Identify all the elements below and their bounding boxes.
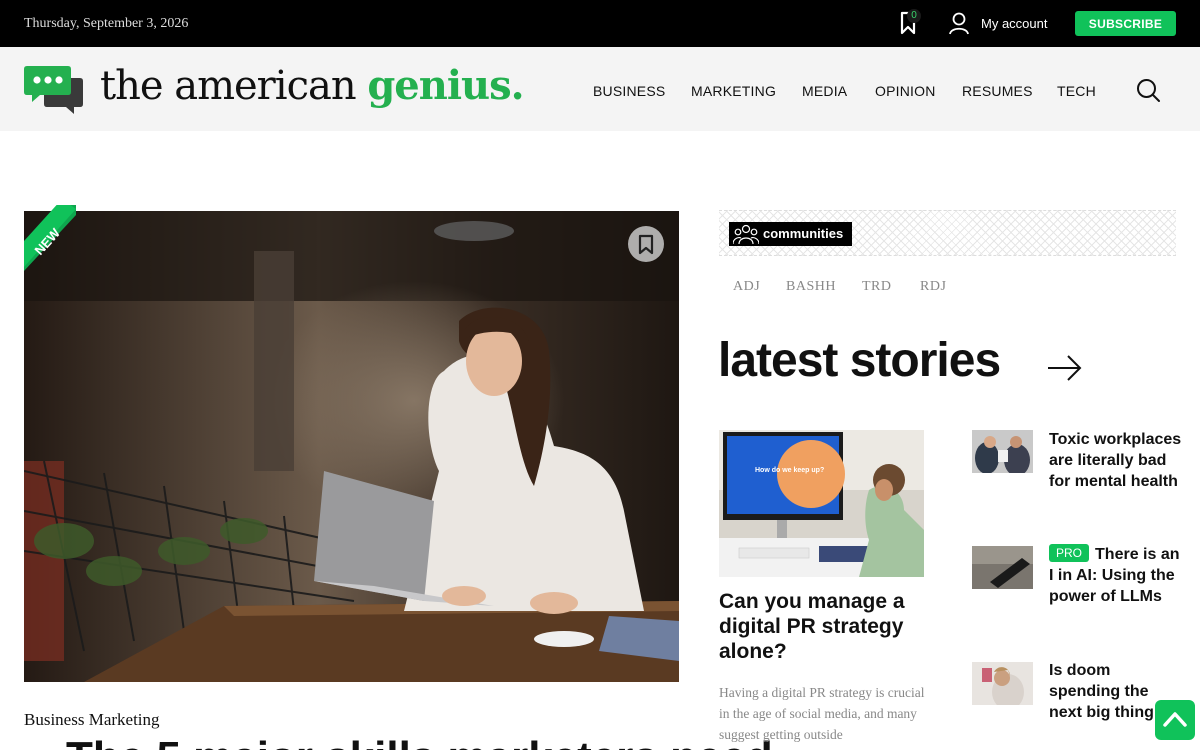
hero-category[interactable]: Business Marketing — [24, 710, 160, 730]
side-story-thumb[interactable] — [972, 430, 1033, 473]
site-logo-text[interactable]: the american genius. — [100, 62, 525, 109]
site-header: the american genius. BUSINESS MARKETING … — [0, 47, 1200, 131]
feature-story-title[interactable]: Can you manage a digital PR strategy alo… — [719, 589, 939, 664]
nav-opinion[interactable]: OPINION — [875, 83, 936, 99]
bookmark-icon — [638, 234, 654, 255]
community-link-rdj[interactable]: RDJ — [920, 279, 946, 295]
user-icon[interactable] — [948, 11, 970, 35]
communities-icon — [733, 224, 759, 245]
logo-text-accent: genius. — [367, 62, 524, 109]
save-article-button[interactable] — [628, 226, 664, 262]
monitor-screen-text: How do we keep up? — [755, 467, 824, 474]
nav-tech[interactable]: TECH — [1057, 83, 1096, 99]
nav-media[interactable]: MEDIA — [802, 83, 847, 99]
feature-story-excerpt: Having a digital PR strategy is crucial … — [719, 685, 925, 742]
nav-business[interactable]: BUSINESS — [593, 83, 665, 99]
arrow-right-icon[interactable] — [1047, 353, 1083, 383]
side-story-title[interactable]: Toxic workplaces are literally bad for m… — [1049, 429, 1184, 492]
chat-logo-icon[interactable] — [24, 64, 84, 116]
subscribe-button[interactable]: SUBSCRIBE — [1075, 11, 1176, 36]
hero-title[interactable]: The 5 major skills marketers need — [66, 733, 773, 750]
side-story-thumb[interactable] — [972, 546, 1033, 589]
nav-resumes[interactable]: RESUMES — [962, 83, 1033, 99]
top-bar: Thursday, September 3, 2026 0 My account… — [0, 0, 1200, 47]
pro-badge: PRO — [1049, 544, 1090, 562]
side-story-title[interactable]: PRO There is an I in AI: Using the power … — [1049, 544, 1184, 607]
chevron-up-icon — [1163, 712, 1187, 727]
community-link-trd[interactable]: TRD — [862, 279, 892, 295]
communities-tag: communities — [729, 222, 852, 246]
hero-image[interactable] — [24, 211, 679, 682]
new-badge: NEW — [24, 205, 76, 271]
my-account-link[interactable]: My account — [981, 16, 1047, 31]
community-link-adj[interactable]: ADJ — [733, 279, 760, 295]
communities-label: communities — [763, 226, 844, 241]
logo-text-main: the american — [100, 63, 368, 109]
current-date: Thursday, September 3, 2026 — [24, 16, 189, 31]
bookmark-count-badge: 0 — [907, 9, 921, 23]
latest-stories-heading[interactable]: latest stories — [718, 333, 1001, 388]
back-to-top-button[interactable] — [1155, 700, 1195, 740]
search-icon[interactable] — [1135, 77, 1161, 103]
side-story-thumb[interactable] — [972, 662, 1033, 705]
nav-marketing[interactable]: MARKETING — [691, 83, 776, 99]
community-link-bashh[interactable]: BASHH — [786, 279, 836, 295]
feature-story-image[interactable]: How do we keep up? — [719, 430, 924, 577]
